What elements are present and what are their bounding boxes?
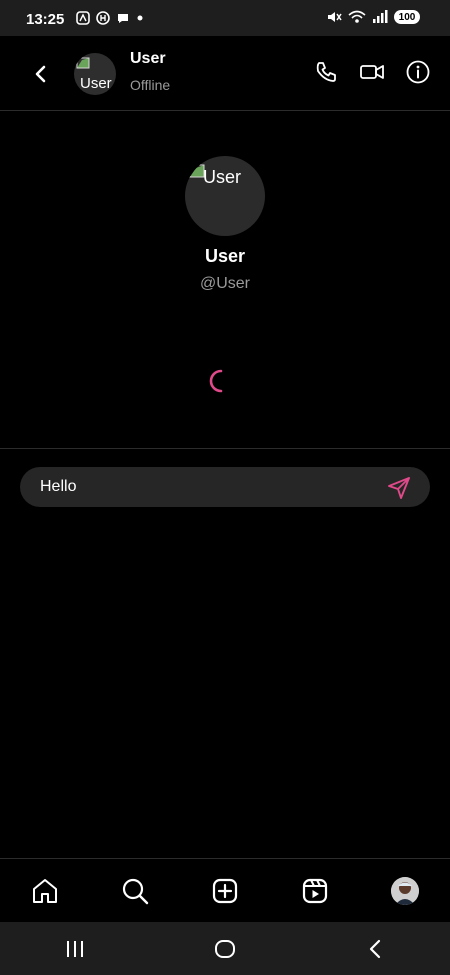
broken-image-icon bbox=[76, 57, 90, 69]
recents-icon bbox=[67, 940, 83, 957]
chat-user-status: Offline bbox=[130, 77, 171, 93]
chat-header: User User Offline bbox=[0, 36, 450, 110]
profile-avatar-alt: User bbox=[203, 167, 242, 187]
battery-level: 100 bbox=[398, 11, 416, 23]
send-icon bbox=[388, 477, 410, 499]
home-icon bbox=[33, 879, 57, 903]
reels-icon bbox=[302, 878, 328, 904]
profile-avatar-icon bbox=[391, 877, 419, 905]
nav-reels-button[interactable] bbox=[295, 871, 335, 911]
nav-profile-button[interactable] bbox=[385, 871, 425, 911]
chat-divider bbox=[0, 448, 450, 449]
profile-avatar[interactable]: User bbox=[185, 156, 265, 236]
chevron-left-icon bbox=[35, 65, 46, 83]
loading-spinner-icon bbox=[209, 369, 223, 393]
header-divider bbox=[0, 110, 450, 111]
send-button[interactable] bbox=[386, 475, 412, 501]
header-avatar[interactable]: User bbox=[74, 53, 116, 95]
back-icon bbox=[369, 939, 381, 958]
nav-create-button[interactable] bbox=[205, 871, 245, 911]
home-circle-icon bbox=[215, 939, 235, 958]
chat-bubble-icon bbox=[118, 14, 128, 23]
profile-name: User bbox=[204, 246, 246, 266]
notification-h-icon bbox=[96, 11, 110, 25]
status-time: 13:25 bbox=[26, 11, 65, 28]
info-button[interactable] bbox=[404, 58, 432, 86]
message-input[interactable] bbox=[40, 467, 370, 507]
signal-icon bbox=[373, 10, 388, 23]
chat-user-name[interactable]: User bbox=[130, 50, 166, 68]
create-icon bbox=[212, 878, 238, 904]
header-actions bbox=[312, 58, 432, 86]
nav-search-button[interactable] bbox=[115, 871, 155, 911]
mute-icon bbox=[328, 12, 342, 22]
info-icon bbox=[406, 60, 430, 84]
status-system-icons: 100 bbox=[326, 10, 420, 24]
notification-a-icon bbox=[76, 11, 90, 25]
video-call-button[interactable] bbox=[358, 58, 386, 86]
phone-icon bbox=[316, 62, 336, 82]
wifi-icon bbox=[348, 10, 366, 23]
nav-home-button[interactable] bbox=[25, 871, 65, 911]
battery-icon: 100 bbox=[394, 10, 420, 24]
system-home-button[interactable] bbox=[203, 931, 247, 967]
status-bar: 13:25 100 bbox=[0, 0, 450, 36]
message-composer bbox=[20, 467, 430, 507]
system-back-button[interactable] bbox=[353, 931, 397, 967]
status-notifications bbox=[76, 11, 144, 25]
system-navigation bbox=[0, 922, 450, 975]
profile-handle: @User bbox=[199, 275, 251, 292]
dot-icon bbox=[137, 15, 143, 21]
system-recents-button[interactable] bbox=[53, 931, 97, 967]
search-icon bbox=[122, 878, 149, 905]
bottom-navigation bbox=[0, 858, 450, 923]
header-avatar-alt: User bbox=[80, 75, 112, 92]
voice-call-button[interactable] bbox=[312, 58, 340, 86]
back-button[interactable] bbox=[26, 60, 54, 88]
video-icon bbox=[360, 65, 384, 79]
